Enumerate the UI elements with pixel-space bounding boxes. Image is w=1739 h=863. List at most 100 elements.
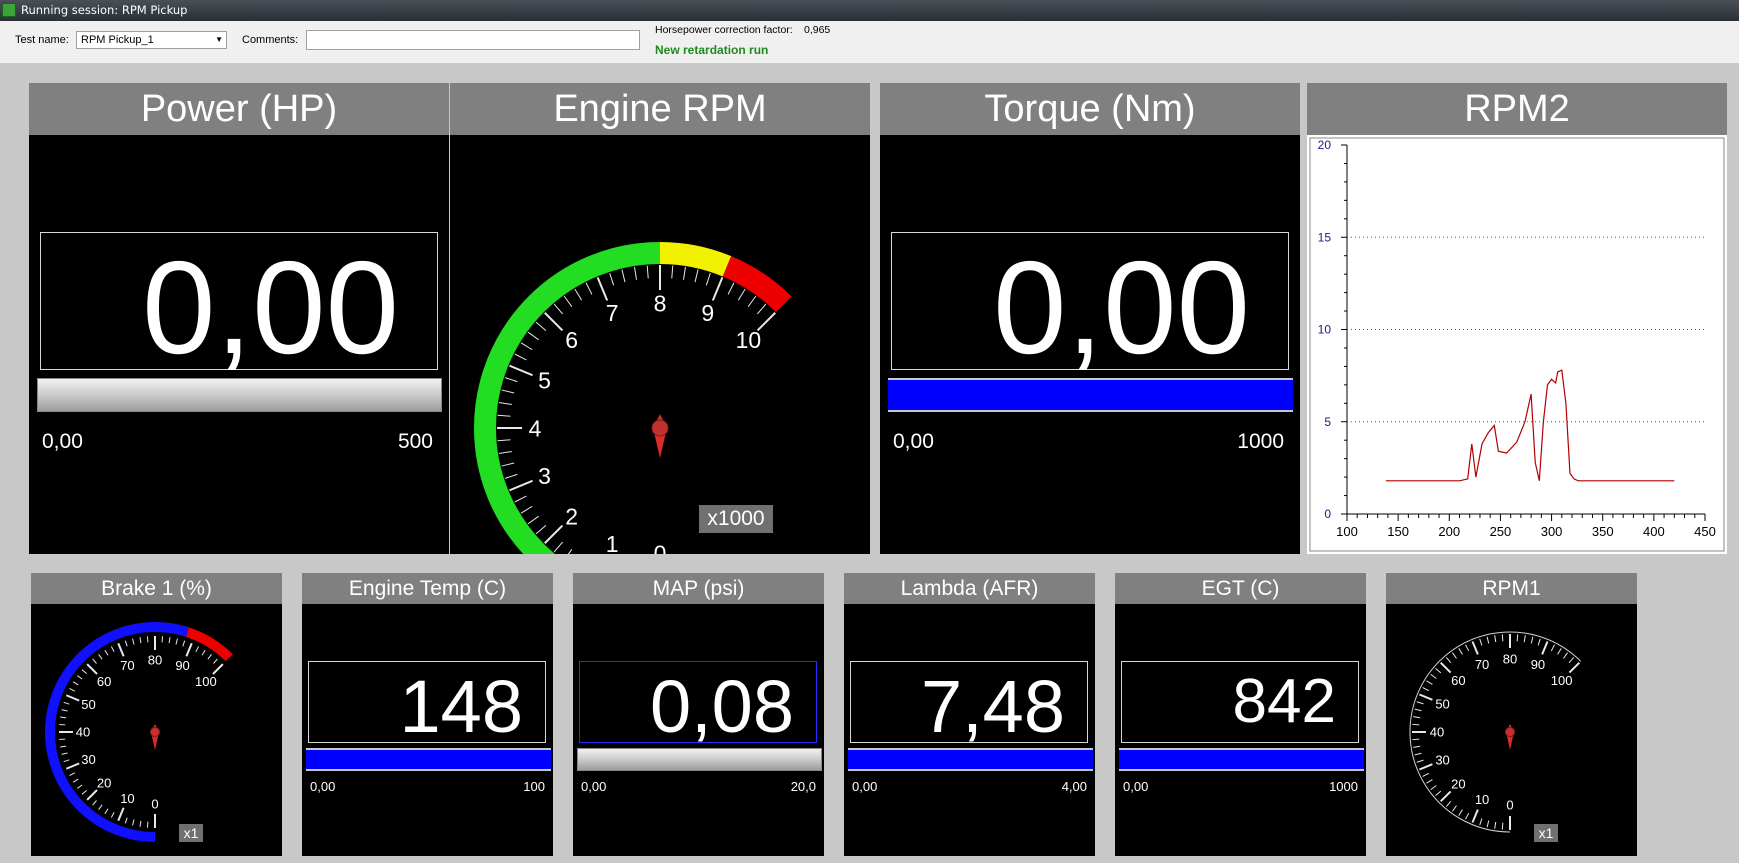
engine-temp-min: 0,00 xyxy=(310,779,336,794)
rpm1-minor-tick xyxy=(1414,752,1422,756)
rpm-minor-tick xyxy=(705,272,711,286)
brake-minor-tick xyxy=(72,778,79,783)
rpm1-minor-tick xyxy=(1412,738,1420,741)
rpm2-title: RPM2 xyxy=(1307,83,1727,135)
brake-minor-tick xyxy=(104,808,109,815)
rpm-tick-label: 7 xyxy=(606,300,619,326)
rpm-minor-tick xyxy=(498,450,512,454)
rpm-minor-tick xyxy=(504,377,518,383)
power-panel: Power (HP) 0,00 0,00 500 xyxy=(29,83,449,554)
test-name-dropdown[interactable]: RPM Pickup_1 ▼ xyxy=(76,31,227,49)
rpm1-minor-tick xyxy=(1416,759,1424,763)
lambda-title: Lambda (AFR) xyxy=(844,573,1095,604)
map-panel: MAP (psi) 0,08 0,00 20,0 xyxy=(573,573,824,856)
rpm2-y-tick-label: 15 xyxy=(1318,230,1332,244)
brake-tick-label: 80 xyxy=(148,653,162,668)
power-readout: 0,00 xyxy=(40,232,438,381)
rpm-minor-tick xyxy=(609,272,615,286)
rpm1-minor-tick xyxy=(1458,809,1463,816)
comments-input[interactable] xyxy=(306,30,640,50)
rpm1-minor-tick xyxy=(1501,634,1504,642)
brake-minor-tick xyxy=(213,658,218,664)
session-toolbar: Test name: RPM Pickup_1 ▼ Comments: Hors… xyxy=(0,21,1739,64)
rpm2-chart: 0 5 10 15 20 100 150 200 250 300 350 400 450 xyxy=(1309,137,1725,552)
egt-min: 0,00 xyxy=(1123,779,1149,794)
brake-tick-label: 50 xyxy=(81,697,95,712)
rpm1-tick-label: 90 xyxy=(1531,657,1545,672)
rpm-arc-yellow xyxy=(659,242,732,277)
rpm1-minor-tick xyxy=(1486,820,1490,828)
power-bar xyxy=(37,378,442,412)
rpm1-panel: RPM1 0 10 20 30 40 50 60 70 80 90 100 x1 xyxy=(1386,573,1637,856)
rpm2-x-tick-label: 400 xyxy=(1643,524,1665,539)
rpm-minor-tick xyxy=(694,269,699,283)
rpm-major-tick xyxy=(509,479,533,492)
rpm2-x-tick-label: 450 xyxy=(1694,524,1716,539)
torque-max: 1000 xyxy=(1237,430,1284,453)
rpm-minor-tick xyxy=(520,505,533,514)
rpm1-minor-tick xyxy=(1568,657,1575,664)
rpm1-minor-tick xyxy=(1451,652,1457,659)
rpm2-x-tick-label: 200 xyxy=(1438,524,1460,539)
rpm-minor-tick xyxy=(553,541,563,553)
brake-major-tick xyxy=(185,642,193,657)
rpm-tick-label: 8 xyxy=(654,290,667,316)
rpm2-y-tick-label: 0 xyxy=(1324,507,1331,521)
engine-rpm-multiplier: x1000 xyxy=(699,505,773,533)
rpm-tick-label: 5 xyxy=(538,367,551,393)
rpm-minor-tick xyxy=(514,353,527,361)
brake-minor-tick xyxy=(139,637,142,644)
brake-minor-tick xyxy=(175,638,178,645)
rpm1-multiplier: x1 xyxy=(1534,824,1558,842)
brake-minor-tick xyxy=(60,716,67,719)
brake-minor-tick xyxy=(195,646,200,653)
rpm-tick-label: 9 xyxy=(701,300,714,326)
map-min: 0,00 xyxy=(581,779,607,794)
brake-minor-tick xyxy=(63,759,70,763)
lambda-bar xyxy=(848,748,1093,771)
rpm-major-tick xyxy=(509,364,533,377)
rpm1-major-tick xyxy=(1568,661,1581,674)
rpm1-tick-label: 10 xyxy=(1475,792,1489,807)
map-readout: 0,08 xyxy=(579,661,817,748)
rpm1-minor-tick xyxy=(1494,821,1497,829)
engine-rpm-gauge: 0 1 23 4 56 7 8 9 10 xyxy=(474,242,792,554)
rpm1-tick-label: 80 xyxy=(1503,652,1517,667)
rpm1-tick-label: 100 xyxy=(1551,673,1573,688)
rpm2-x-tick-label: 300 xyxy=(1541,524,1563,539)
rpm1-tick-label: 20 xyxy=(1451,776,1465,791)
egt-readout: 842 xyxy=(1121,661,1359,743)
rpm1-tick-label: 60 xyxy=(1451,673,1465,688)
rpm1-minor-tick xyxy=(1445,657,1452,664)
app-icon xyxy=(2,3,16,17)
rpm1-minor-tick xyxy=(1426,779,1433,784)
rpm-minor-tick xyxy=(535,525,547,535)
map-title: MAP (psi) xyxy=(573,573,824,604)
brake-needle-hub xyxy=(149,726,161,738)
brake-minor-tick xyxy=(77,784,83,789)
brake-multiplier: x1 xyxy=(179,824,203,842)
rpm1-needle-hub xyxy=(1504,726,1516,738)
rpm-minor-tick xyxy=(567,549,573,554)
brake-minor-tick xyxy=(132,819,135,826)
test-name-label: Test name: xyxy=(15,34,69,46)
rpm2-y-tick-label: 20 xyxy=(1318,138,1332,152)
rpm1-tick-label: 70 xyxy=(1475,657,1489,672)
rpm1-minor-tick xyxy=(1537,638,1541,646)
rpm1-major-tick xyxy=(1471,641,1479,655)
brake-tick-label: 90 xyxy=(175,658,189,673)
rpm1-title: RPM1 xyxy=(1386,573,1637,604)
rpm1-minor-tick xyxy=(1465,644,1470,652)
rpm-major-tick xyxy=(544,312,564,332)
rpm1-minor-tick xyxy=(1486,636,1490,644)
power-title: Power (HP) xyxy=(29,83,449,135)
engine-temp-bar xyxy=(306,748,551,771)
egt-title: EGT (C) xyxy=(1115,573,1366,604)
rpm-minor-tick xyxy=(520,342,533,351)
rpm1-minor-tick xyxy=(1413,745,1421,748)
egt-bar xyxy=(1119,748,1364,771)
brake-tick-label: 20 xyxy=(97,776,111,791)
rpm-minor-tick xyxy=(497,414,511,417)
brake-minor-tick xyxy=(207,654,212,660)
brake-minor-tick xyxy=(98,804,103,810)
